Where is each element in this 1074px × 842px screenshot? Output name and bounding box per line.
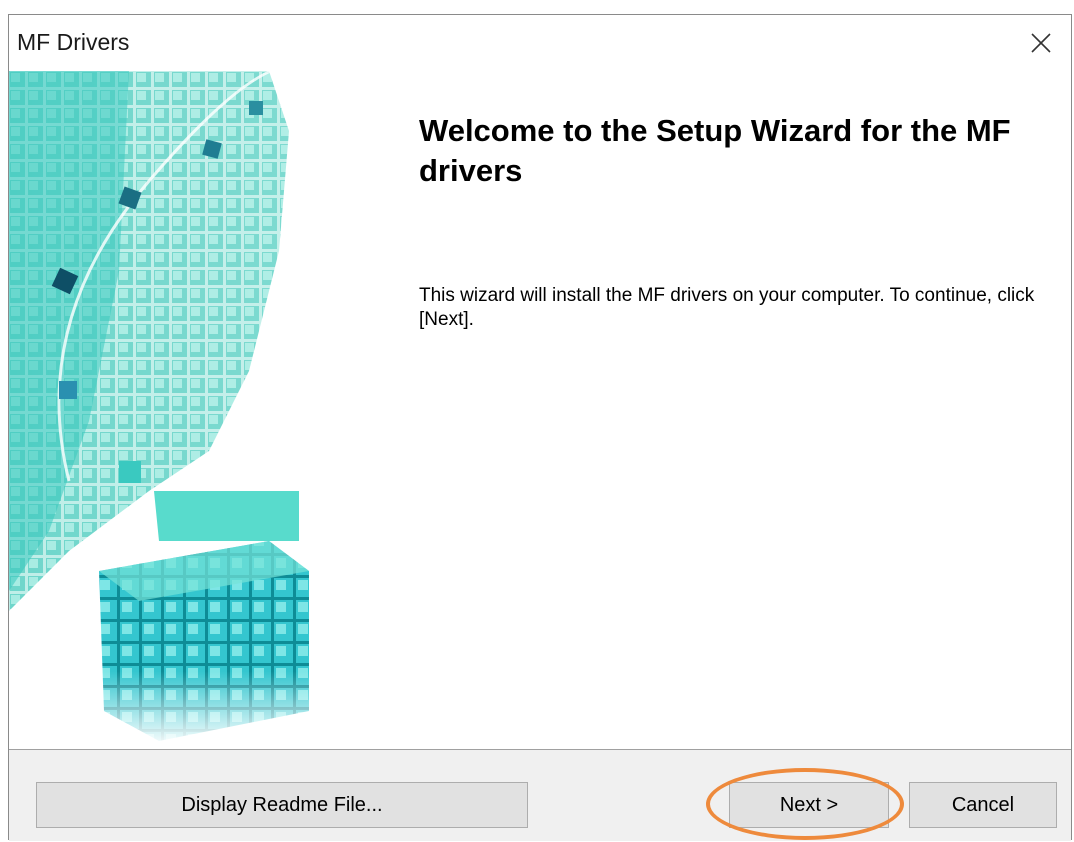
setup-wizard-window: MF Drivers Welcome to the Setup Wizard f… [8, 14, 1072, 841]
window-title: MF Drivers [17, 29, 130, 55]
display-readme-button[interactable]: Display Readme File... [36, 782, 528, 828]
wizard-description: This wizard will install the MF drivers … [419, 285, 1035, 330]
wizard-heading: Welcome to the Setup Wizard for the MF d… [419, 113, 1011, 188]
wizard-footer: Display Readme File... Next > Cancel [9, 749, 1071, 841]
cube-illustration [9, 71, 379, 747]
close-icon [1031, 33, 1051, 53]
wizard-content: Welcome to the Setup Wizard for the MF d… [9, 71, 1071, 747]
next-button[interactable]: Next > [729, 782, 889, 828]
cancel-button[interactable]: Cancel [909, 782, 1057, 828]
top-strip [0, 0, 1074, 14]
close-button[interactable] [1011, 15, 1071, 71]
title-bar: MF Drivers [9, 15, 1071, 71]
cube-artwork [9, 71, 379, 747]
